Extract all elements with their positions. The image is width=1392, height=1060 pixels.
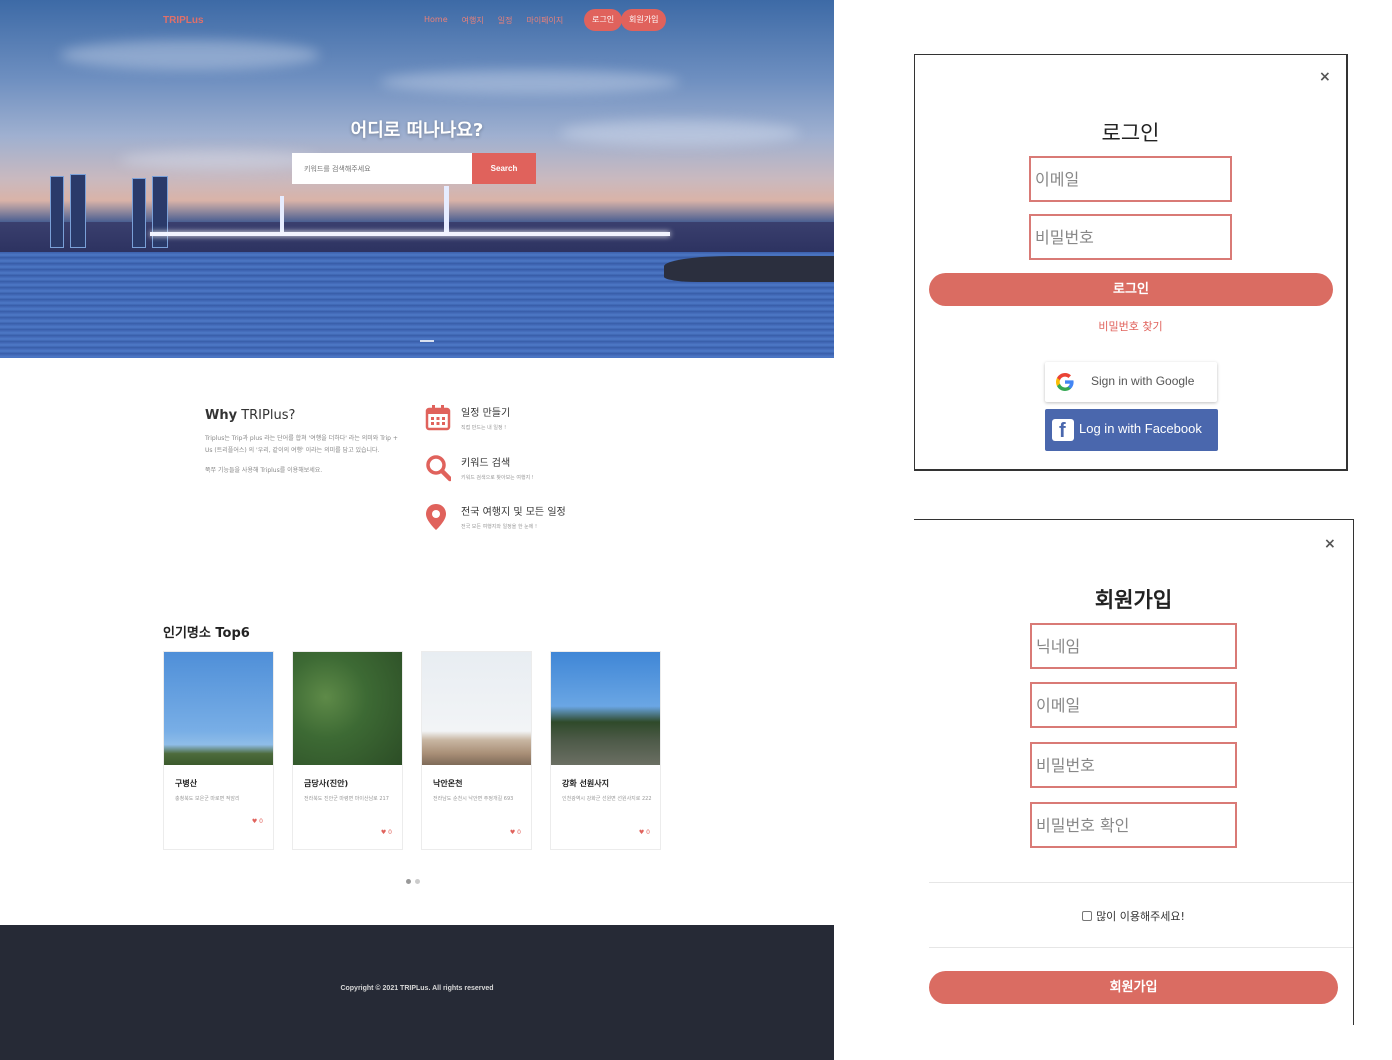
place-photo [293, 652, 402, 765]
signup-email-input[interactable] [1030, 682, 1237, 728]
hero-search-button[interactable]: Search [472, 153, 536, 184]
nav-link-schedule[interactable]: 일정 [498, 15, 513, 26]
heart-icon: ♥ [638, 829, 645, 836]
signup-submit-button[interactable]: 회원가입 [929, 971, 1338, 1004]
login-title: 로그인 [1101, 121, 1160, 145]
place-photo [551, 652, 660, 765]
place-address: 전라북도 진안군 마령면 마이산남로 217 [304, 796, 389, 802]
carousel-pager [406, 879, 420, 884]
pager-dot[interactable] [415, 879, 420, 884]
google-button-label: Sign in with Google [1091, 374, 1195, 388]
divider [929, 947, 1353, 948]
like-count[interactable]: ♥ 0 [510, 829, 521, 836]
divider [929, 882, 1353, 883]
place-address: 전라남도 순천시 낙안면 주정개길 693 [433, 796, 514, 802]
signup-password-input[interactable] [1030, 742, 1237, 788]
feature-title: 키워드 검색 [461, 458, 511, 469]
signup-nickname-input[interactable] [1030, 623, 1237, 669]
nav-signup-button[interactable]: 회원가입 [621, 9, 667, 31]
nav-link-destinations[interactable]: 여행지 [462, 15, 484, 26]
place-name: 구병산 [175, 779, 198, 788]
place-name: 금당사(진안) [304, 779, 349, 788]
carousel-indicator[interactable] [420, 340, 434, 342]
heart-icon: ♥ [380, 829, 387, 836]
place-name: 강화 선원사지 [562, 779, 609, 788]
facebook-login-button[interactable]: f Log in with Facebook [1045, 409, 1218, 451]
like-count[interactable]: ♥ 0 [639, 829, 650, 836]
like-count[interactable]: ♥ 0 [381, 829, 392, 836]
google-signin-button[interactable]: Sign in with Google [1045, 362, 1217, 402]
nav-link-home[interactable]: Home [424, 15, 448, 26]
login-modal: × 로그인 로그인 비밀번호 찾기 Sign in with Google f … [914, 54, 1348, 471]
agree-label: 많이 이용해주세요! [1096, 910, 1185, 923]
feature-desc: 전국 모든 여행지와 일정을 한 눈에 ! [461, 524, 537, 530]
hero-banner: TRIPLus Home 여행지 일정 마이페이지 로그인 회원가입 어디로 떠… [0, 0, 834, 358]
place-photo [422, 652, 531, 765]
login-email-input[interactable] [1029, 156, 1232, 202]
google-icon [1056, 373, 1074, 391]
top6-title: 인기명소 Top6 [163, 626, 250, 641]
hero-search-input[interactable] [292, 153, 472, 184]
place-card[interactable]: 금당사(진안) 전라북도 진안군 마령면 마이산남로 217 ♥ 0 [292, 651, 403, 850]
place-address: 인천광역시 강화군 선원면 선원사지로 222 [562, 796, 652, 802]
why-section: Why TRIPlus? Triplus는 Trip과 plus 라는 단어를 … [205, 408, 405, 474]
login-password-input[interactable] [1029, 214, 1232, 260]
brand-logo[interactable]: TRIPLus [163, 15, 204, 26]
feature-keyword-search: 키워드 검색 키워드 검색으로 찾아보는 여행지 ! [425, 454, 645, 494]
website-preview: TRIPLus Home 여행지 일정 마이페이지 로그인 회원가입 어디로 떠… [0, 0, 834, 1060]
login-submit-button[interactable]: 로그인 [929, 273, 1333, 306]
signup-password-confirm-input[interactable] [1030, 802, 1237, 848]
forgot-password-link[interactable]: 비밀번호 찾기 [915, 318, 1346, 334]
footer-copyright: Copyright © 2021 TRIPLus. All rights res… [340, 985, 494, 992]
why-description: Triplus는 Trip과 plus 라는 단어를 합쳐 '여행을 더하다' … [205, 435, 398, 454]
feature-all-destinations: 전국 여행지 및 모든 일정 전국 모든 여행지와 일정을 한 눈에 ! [425, 503, 645, 543]
why-title: Why TRIPlus? [205, 408, 296, 423]
place-address: 충청북도 보은군 마로면 적암리 [175, 796, 240, 802]
feature-desc: 직접 만드는 내 일정 ! [461, 425, 507, 431]
map-pin-icon [426, 504, 446, 530]
hero-title: 어디로 떠나나요? [350, 120, 484, 141]
calendar-icon [425, 405, 451, 431]
signup-modal: × 회원가입 많이 이용해주세요! 회원가입 [914, 519, 1354, 1025]
footer: Copyright © 2021 TRIPLus. All rights res… [0, 925, 834, 1060]
heart-icon: ♥ [509, 829, 516, 836]
signup-title: 회원가입 [1094, 588, 1173, 612]
nav-link-mypage[interactable]: 마이페이지 [526, 15, 563, 26]
place-card[interactable]: 강화 선원사지 인천광역시 강화군 선원면 선원사지로 222 ♥ 0 [550, 651, 661, 850]
close-icon[interactable]: × [1319, 69, 1331, 85]
nav-links: Home 여행지 일정 마이페이지 [424, 15, 563, 26]
close-icon[interactable]: × [1324, 536, 1336, 552]
place-card[interactable]: 구병산 충청북도 보은군 마로면 적암리 ♥ 0 [163, 651, 274, 850]
place-card[interactable]: 낙안온천 전라남도 순천시 낙안면 주정개길 693 ♥ 0 [421, 651, 532, 850]
search-icon [426, 455, 451, 482]
feature-title: 일정 만들기 [461, 408, 511, 419]
top-navbar: TRIPLus Home 여행지 일정 마이페이지 로그인 회원가입 [0, 0, 834, 40]
place-photo [164, 652, 273, 765]
place-name: 낙안온천 [433, 779, 463, 788]
agree-checkbox-row[interactable]: 많이 이용해주세요! [914, 908, 1353, 924]
facebook-icon: f [1052, 419, 1074, 442]
nav-login-button[interactable]: 로그인 [584, 9, 623, 31]
like-count[interactable]: ♥ 0 [252, 818, 263, 825]
feature-desc: 키워드 검색으로 찾아보는 여행지 ! [461, 475, 534, 481]
pager-dot[interactable] [406, 879, 411, 884]
why-hint: 쭉쭈 기능들을 사용해 Triplus를 이용해보세요. [205, 467, 323, 474]
feature-title: 전국 여행지 및 모든 일정 [461, 507, 566, 518]
heart-icon: ♥ [251, 818, 258, 825]
facebook-button-label: Log in with Facebook [1079, 421, 1202, 436]
feature-schedule: 일정 만들기 직접 만드는 내 일정 ! [425, 404, 645, 444]
agree-checkbox[interactable] [1082, 911, 1093, 921]
